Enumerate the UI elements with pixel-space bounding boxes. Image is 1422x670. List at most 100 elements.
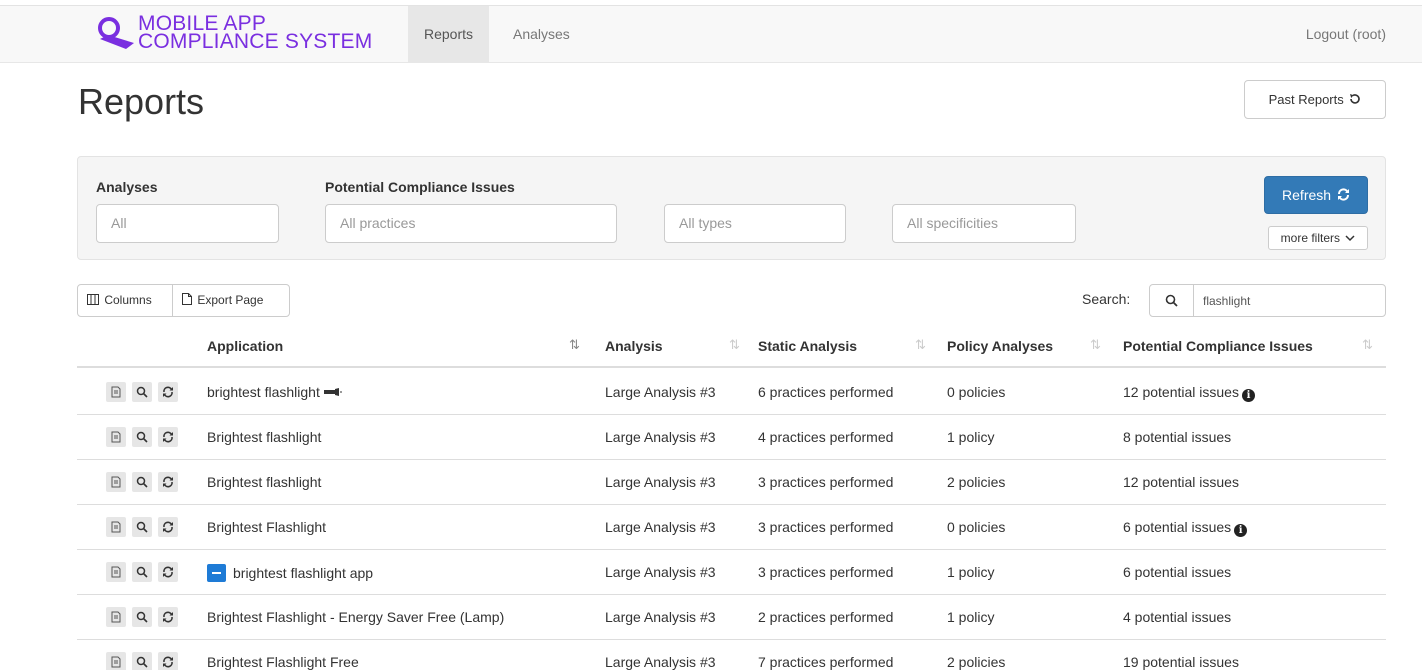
sort-icon[interactable]: ⇅ <box>1362 337 1373 353</box>
cell-application[interactable]: Brightest flashlight <box>207 429 321 445</box>
view-report-button[interactable] <box>106 382 126 402</box>
practices-filter-input[interactable]: All practices <box>325 204 617 243</box>
sort-asc-icon[interactable]: ⇅ <box>569 337 580 353</box>
rerun-button[interactable] <box>158 652 178 670</box>
search-icon <box>136 521 148 533</box>
view-report-button[interactable] <box>106 607 126 627</box>
chevron-down-icon <box>1345 235 1355 242</box>
col-header-static-analysis[interactable]: Static Analysis <box>758 338 857 354</box>
view-report-button[interactable] <box>106 472 126 492</box>
info-icon[interactable]: i <box>1241 389 1255 402</box>
refresh-icon <box>163 656 173 668</box>
cell-policy-analyses: 1 policy <box>947 429 995 445</box>
nav-reports[interactable]: Reports <box>408 6 490 62</box>
refresh-icon <box>163 566 173 578</box>
inspect-button[interactable] <box>132 472 152 492</box>
refresh-icon <box>163 521 173 533</box>
export-page-label: Export Page <box>197 293 264 307</box>
cell-application[interactable]: Brightest Flashlight <box>207 519 326 535</box>
rerun-button[interactable] <box>158 607 178 627</box>
table-row: brightest flashlight Large Analysis #3 6… <box>77 370 1386 415</box>
col-header-policy-analyses[interactable]: Policy Analyses <box>947 338 1053 354</box>
issues-count: 6 potential issues <box>1123 519 1232 535</box>
cell-policy-analyses: 1 policy <box>947 564 995 580</box>
report-icon <box>111 566 121 578</box>
cell-application[interactable]: Brightest Flashlight Free <box>207 654 359 670</box>
cell-application[interactable]: Brightest flashlight <box>207 474 321 490</box>
app-name: brightest flashlight app <box>233 565 374 581</box>
cell-compliance-issues: 6 potential issues <box>1123 564 1232 580</box>
search-icon <box>136 476 148 488</box>
search-icon <box>136 611 148 623</box>
search-icon <box>1165 294 1178 307</box>
col-header-compliance-issues[interactable]: Potential Compliance Issues <box>1123 338 1313 354</box>
table-row: Brightest flashlight Large Analysis #3 3… <box>77 460 1386 505</box>
analyses-filter-label: Analyses <box>96 179 158 195</box>
cell-analysis: Large Analysis #3 <box>605 654 716 670</box>
rerun-button[interactable] <box>158 427 178 447</box>
issues-filter-label: Potential Compliance Issues <box>325 179 515 195</box>
file-icon <box>182 293 192 305</box>
history-icon <box>1350 94 1361 104</box>
cell-policy-analyses: 0 policies <box>947 384 1006 400</box>
report-icon <box>111 611 121 623</box>
inspect-button[interactable] <box>132 382 152 402</box>
sort-icon[interactable]: ⇅ <box>1090 337 1101 353</box>
inspect-button[interactable] <box>132 427 152 447</box>
cell-policy-analyses: 2 policies <box>947 654 1006 670</box>
logout-link[interactable]: Logout (root) <box>1306 6 1386 62</box>
refresh-icon <box>163 431 173 443</box>
inspect-button[interactable] <box>132 562 152 582</box>
search-icon <box>136 566 148 578</box>
search-icon <box>136 431 148 443</box>
cell-static-analysis: 4 practices performed <box>758 429 894 445</box>
table-row: Brightest Flashlight - Energy Saver Free… <box>77 595 1386 640</box>
sort-icon[interactable]: ⇅ <box>729 337 740 353</box>
sort-icon[interactable]: ⇅ <box>915 337 926 353</box>
rerun-button[interactable] <box>158 382 178 402</box>
refresh-button[interactable]: Refresh <box>1264 176 1368 214</box>
view-report-button[interactable] <box>106 652 126 670</box>
columns-icon <box>87 294 99 305</box>
col-header-analysis[interactable]: Analysis <box>605 338 663 354</box>
columns-button[interactable]: Columns <box>77 284 173 317</box>
search-icon <box>136 656 148 668</box>
cell-static-analysis: 2 practices performed <box>758 609 894 625</box>
search-addon[interactable] <box>1150 285 1194 316</box>
table-row: brightest flashlight app Large Analysis … <box>77 550 1386 595</box>
brand-text: MOBILE APP COMPLIANCE SYSTEM <box>138 13 373 53</box>
cell-application[interactable]: brightest flashlight <box>207 384 342 400</box>
search-group <box>1149 284 1386 317</box>
cell-policy-analyses: 1 policy <box>947 609 995 625</box>
brand-logo[interactable]: MOBILE APP COMPLIANCE SYSTEM <box>96 13 386 57</box>
info-icon[interactable]: i <box>1234 524 1248 537</box>
analyses-filter-input[interactable]: All <box>96 204 279 243</box>
export-page-button[interactable]: Export Page <box>172 284 290 317</box>
nav-analyses[interactable]: Analyses <box>497 6 586 62</box>
cell-policy-analyses: 0 policies <box>947 519 1006 535</box>
cell-compliance-issues: 4 potential issues <box>1123 609 1232 625</box>
rerun-button[interactable] <box>158 517 178 537</box>
cell-compliance-issues: 12 potential issues i <box>1123 384 1255 402</box>
inspect-button[interactable] <box>132 517 152 537</box>
brand-line-2: COMPLIANCE SYSTEM <box>138 30 373 53</box>
specificities-filter-input[interactable]: All specificities <box>892 204 1076 243</box>
refresh-label: Refresh <box>1282 187 1332 203</box>
refresh-icon <box>163 611 173 623</box>
view-report-button[interactable] <box>106 562 126 582</box>
past-reports-button[interactable]: Past Reports <box>1244 80 1386 119</box>
types-filter-input[interactable]: All types <box>664 204 846 243</box>
cell-analysis: Large Analysis #3 <box>605 609 716 625</box>
more-filters-button[interactable]: more filters <box>1268 226 1368 250</box>
cell-application[interactable]: brightest flashlight app <box>207 564 373 582</box>
search-input[interactable] <box>1195 285 1385 316</box>
cell-analysis: Large Analysis #3 <box>605 384 716 400</box>
inspect-button[interactable] <box>132 607 152 627</box>
rerun-button[interactable] <box>158 472 178 492</box>
col-header-application[interactable]: Application <box>207 338 283 354</box>
view-report-button[interactable] <box>106 517 126 537</box>
view-report-button[interactable] <box>106 427 126 447</box>
inspect-button[interactable] <box>132 652 152 670</box>
rerun-button[interactable] <box>158 562 178 582</box>
cell-application[interactable]: Brightest Flashlight - Energy Saver Free… <box>207 609 504 625</box>
